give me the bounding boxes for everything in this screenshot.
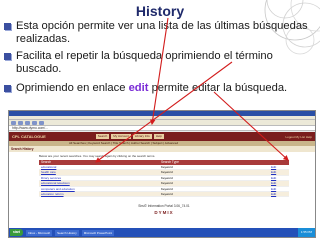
search-type: Keyword [161,186,173,191]
start-button[interactable]: start [10,229,23,236]
presentation-slide: History Esta opción permite ver una list… [0,0,320,240]
table-row: education reform Keyword Edit [39,192,291,198]
search-type: Keyword [161,192,173,197]
search-history-table: Search Search Type educational Keyword E… [39,160,291,198]
bullet-item-1: Esta opción permite ver una lista de las… [4,20,310,46]
home-icon[interactable] [39,120,44,125]
search-term-link[interactable]: education reform [41,192,161,196]
search-term-link[interactable]: educational television [41,181,161,185]
edit-link[interactable]: Edit [271,170,291,174]
header-links[interactable]: Logout My List Help [285,135,312,139]
catalog-page: CPL CATALOGUE Search My Account Library … [9,132,315,229]
footer-brand: DYMIX [154,210,174,215]
search-type: Keyword [161,175,173,180]
taskbar-item[interactable]: Search History [55,229,79,236]
search-term-link[interactable]: library services [41,176,161,180]
tab-help[interactable]: Help [153,134,164,139]
bullet-text-3a: Oprimiendo en enlace [16,82,129,94]
bullet-item-3: Oprimiendo en enlace edit permite editar… [4,82,310,95]
tab-my-account[interactable]: My Account [111,134,131,139]
windows-taskbar: start Inbox - Microsoft Search History M… [9,228,315,237]
catalog-banner: CPL CATALOGUE Search My Account Library … [9,132,315,141]
taskbar-clock: 1:55 PM [297,228,315,237]
edit-link[interactable]: Edit [271,181,291,185]
bullet-text-1: Esta opción permite ver una lista de las… [16,20,308,45]
stop-icon[interactable] [25,120,30,125]
search-type: Keyword [161,181,173,186]
bullet-item-2: Facilita el repetir la búsqueda oprimien… [4,50,310,76]
footer-text: Sirsi© Information Portal 3.06_74.01 [138,204,190,208]
address-bar[interactable]: http://www.dymo.com/... [9,126,315,131]
bullet-text-2: Facilita el repetir la búsqueda oprimien… [16,50,273,75]
tab-library-info[interactable]: Library Info [132,134,152,139]
edit-link[interactable]: Edit [271,192,291,196]
history-note: Below are your recent searches. You may … [39,154,156,158]
search-type: Keyword [161,170,173,175]
catalog-logo: CPL CATALOGUE [12,134,46,139]
edit-keyword: edit [128,82,149,94]
taskbar-item[interactable]: Microsoft PowerPoint [81,229,115,236]
bullet-square-icon [4,23,11,30]
bullet-square-icon [4,85,11,92]
edit-link[interactable]: Edit [271,176,291,180]
forward-icon[interactable] [18,120,23,125]
taskbar-item[interactable]: Inbox - Microsoft [25,229,53,236]
browser-screenshot: http://www.dymo.com/... CPL CATALOGUE Se… [8,110,316,238]
slide-title: History [135,3,185,19]
page-footer: Sirsi© Information Portal 3.06_74.01 DYM… [119,204,209,215]
refresh-icon[interactable] [32,120,37,125]
bullet-text-3b: permite editar la búsqueda. [148,82,288,94]
edit-link[interactable]: Edit [271,187,291,191]
edit-link[interactable]: Edit [271,165,291,169]
search-term-link[interactable]: health care [41,170,161,174]
back-icon[interactable] [11,120,16,125]
tab-search[interactable]: Search [95,134,110,139]
search-type: Keyword [161,165,173,169]
catalog-tabs: Search My Account Library Info Help [95,134,164,139]
search-term-link[interactable]: educational [41,165,161,169]
bullet-square-icon [4,53,11,60]
search-term-link[interactable]: computers and education [41,187,161,191]
